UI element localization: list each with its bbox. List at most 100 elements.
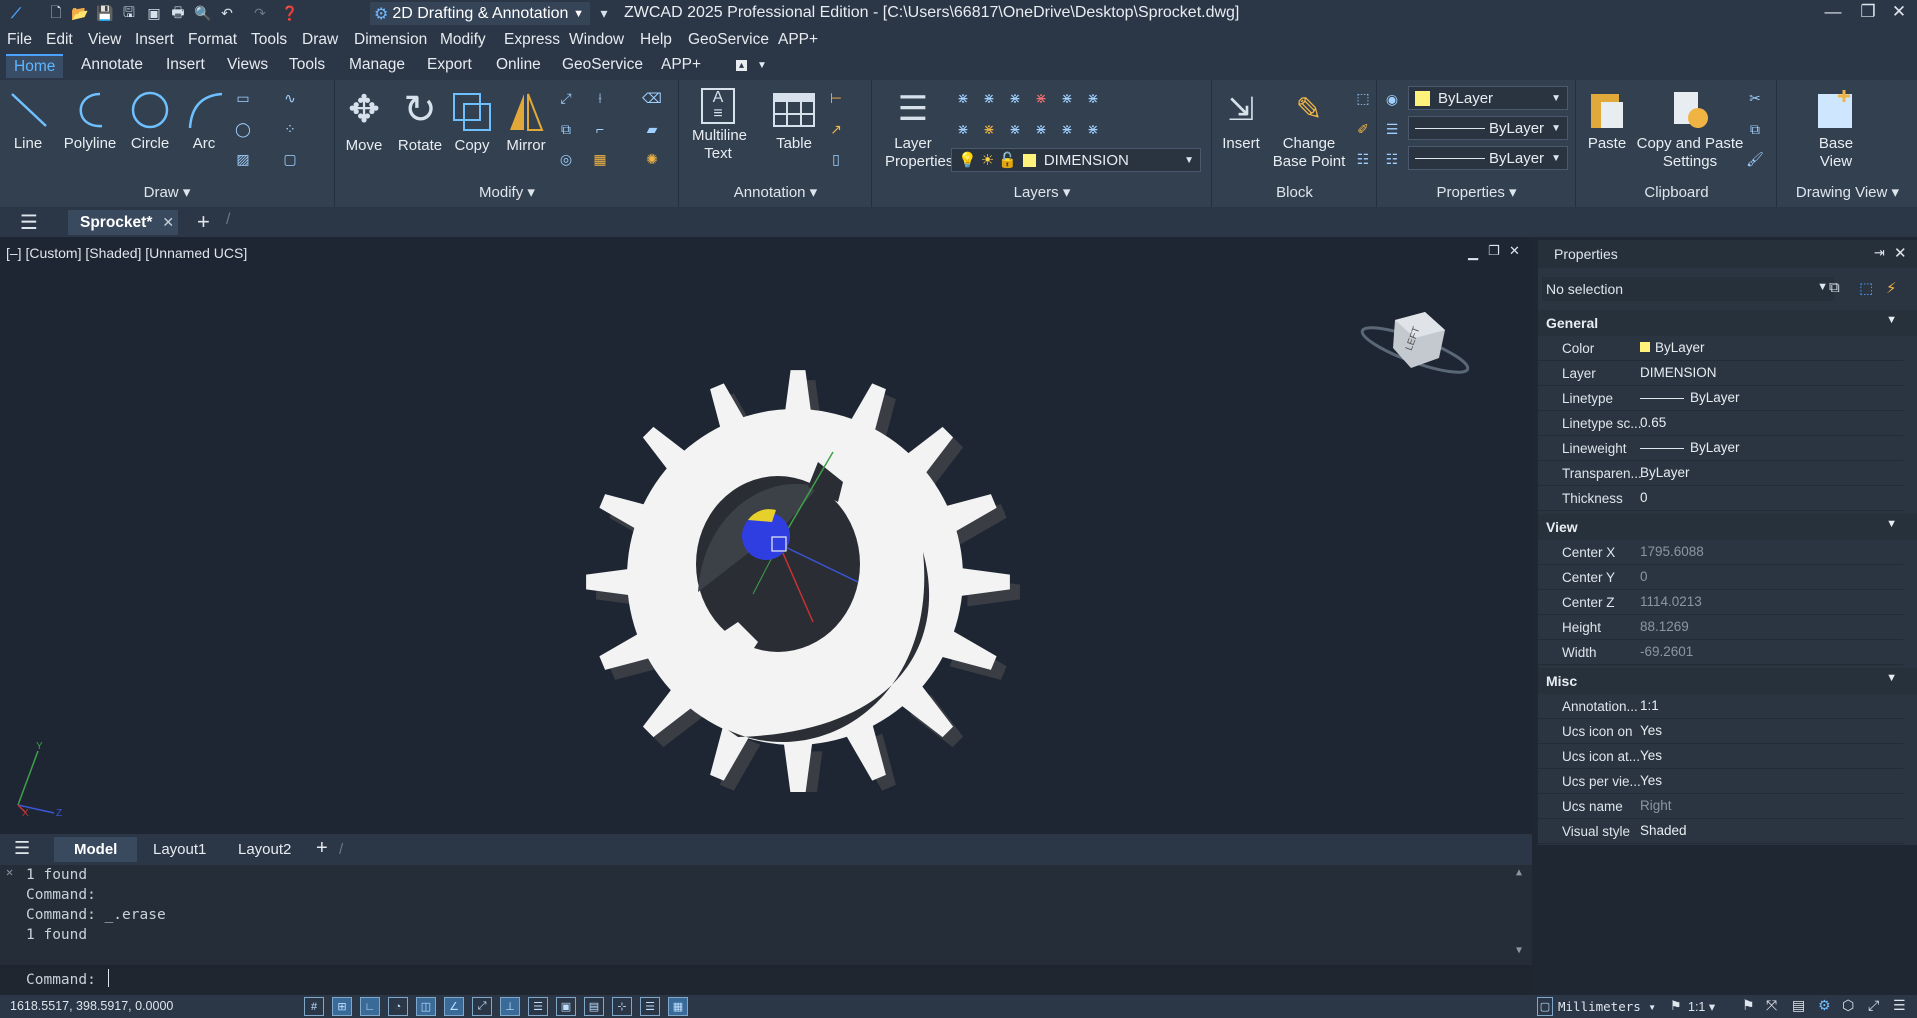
move-button[interactable]: ✥ Move (342, 90, 386, 155)
layer-tool-icon[interactable]: ⋇ (1031, 89, 1051, 107)
units-dropdown[interactable]: Millimeters ▾ (1558, 999, 1656, 1014)
block-attribute-icon[interactable]: ☷ (1353, 150, 1373, 168)
tab-tools[interactable]: Tools (289, 56, 325, 74)
color-dropdown[interactable]: ByLayer ▼ (1408, 86, 1568, 110)
erase-icon[interactable]: ⌫ (642, 89, 662, 107)
edit-block-icon[interactable]: ✐ (1353, 120, 1373, 138)
lineweight-icon[interactable]: ☷ (1382, 150, 1402, 168)
select-objects-icon[interactable]: ⬚ (1859, 279, 1873, 297)
dynamic-input-icon[interactable]: ⊥ (500, 997, 520, 1016)
tab-layout1[interactable]: Layout1 (153, 841, 206, 858)
menu-tools[interactable]: Tools (251, 31, 287, 49)
object-track-icon[interactable]: ∠ (444, 997, 464, 1016)
auto-scale-icon[interactable]: ⤧ (1766, 997, 1777, 1014)
tab-app-plus[interactable]: APP+ (661, 56, 701, 74)
menu-insert[interactable]: Insert (135, 31, 174, 49)
hatch-icon[interactable]: ▨ (233, 150, 253, 168)
close-command-line-icon[interactable]: ✕ (6, 865, 13, 879)
command-line[interactable]: Command: (0, 965, 1532, 995)
ribbon-minimize-icon[interactable]: ▴ (736, 60, 748, 71)
viewport-controls-label[interactable]: [–] [Custom] [Shaded] [Unnamed UCS] (6, 245, 247, 261)
tab-annotate[interactable]: Annotate (81, 56, 143, 74)
prop-row-linetype-scale[interactable]: Linetype sc... 0.65 (1538, 411, 1903, 436)
prop-row-height[interactable]: Height 88.1269 (1538, 615, 1903, 640)
viewcube[interactable]: LEFT (1355, 302, 1475, 392)
format-brush-icon[interactable]: 🖌 (1745, 150, 1765, 168)
print-preview-icon[interactable]: 🔍 (193, 4, 213, 23)
layer-tool-icon[interactable]: ⋇ (953, 120, 973, 138)
prop-row-color[interactable]: Color ByLayer (1538, 336, 1903, 361)
prop-row-linetype[interactable]: Linetype ByLayer (1538, 386, 1903, 411)
lineweight-toggle-icon[interactable]: ☰ (528, 997, 548, 1016)
selection-cycling-icon[interactable]: ⊹ (612, 997, 632, 1016)
match-properties-icon[interactable]: ◉ (1382, 90, 1402, 108)
circle-button[interactable]: Circle (128, 88, 172, 153)
linear-dimension-icon[interactable]: ⊢ (826, 89, 846, 107)
array-icon[interactable]: ▦ (590, 150, 610, 168)
insert-block-button[interactable]: ⇲ Insert (1219, 88, 1263, 153)
viewport-minimize-icon[interactable]: ▁ (1468, 245, 1478, 261)
lineweight-dropdown[interactable]: ByLayer ▼ (1408, 146, 1568, 170)
cut-icon[interactable]: ✂ (1745, 89, 1765, 107)
paste-button[interactable]: Paste (1585, 88, 1629, 153)
autohide-icon[interactable]: ⇥ (1874, 245, 1885, 261)
polar-icon[interactable]: ◔ (388, 997, 408, 1016)
customize-statusbar-icon[interactable]: ☰ (1893, 997, 1906, 1014)
app-logo-icon[interactable]: ⟋ (6, 4, 26, 23)
draw-panel-title[interactable]: Draw ▾ (0, 183, 334, 201)
modify-panel-title[interactable]: Modify ▾ (336, 183, 678, 201)
new-tab-icon[interactable]: + (197, 209, 210, 235)
prop-row-center-x[interactable]: Center X 1795.6088 (1538, 540, 1903, 565)
grid-icon[interactable]: # (304, 997, 324, 1016)
table-button[interactable]: Table (772, 88, 816, 153)
prop-row-thickness[interactable]: Thickness 0 (1538, 486, 1903, 511)
annotation-scale-icon[interactable]: ⚑ (1670, 998, 1682, 1014)
ellipse-icon[interactable]: ◯ (233, 120, 253, 138)
layer-tool-icon[interactable]: ⋇ (979, 120, 999, 138)
open-file-icon[interactable]: 📂 (70, 4, 90, 23)
prop-row-lineweight[interactable]: Lineweight ByLayer (1538, 436, 1903, 461)
menu-format[interactable]: Format (188, 31, 237, 49)
arc-button[interactable]: Arc (182, 88, 226, 153)
viewport-close-icon[interactable]: ✕ (1509, 243, 1520, 259)
transparency-icon[interactable]: ▣ (556, 997, 576, 1016)
fillet-icon[interactable]: ⌐ (590, 120, 610, 138)
copy-paste-settings-button[interactable]: Copy and Paste Settings (1635, 88, 1745, 171)
scale-icon[interactable]: ⧉ (556, 120, 576, 138)
quick-properties-icon[interactable]: ▤ (584, 997, 604, 1016)
menu-modify[interactable]: Modify (440, 31, 486, 49)
tab-export[interactable]: Export (427, 56, 472, 74)
save-as-icon[interactable]: 🖫 (119, 4, 139, 23)
explode-icon[interactable]: ✺ (642, 150, 662, 168)
offset-icon[interactable]: ◎ (556, 150, 576, 168)
prop-row-layer[interactable]: Layer DIMENSION (1538, 361, 1903, 386)
menu-window[interactable]: Window (569, 31, 624, 49)
layer-tool-icon[interactable]: ⋇ (979, 89, 999, 107)
leader-icon[interactable]: ↗ (826, 120, 846, 138)
misc-section-header[interactable]: Misc ▼ (1538, 668, 1917, 694)
layer-tool-icon[interactable]: ⋇ (1057, 120, 1077, 138)
menu-app-plus[interactable]: APP+ (778, 31, 818, 49)
tab-online[interactable]: Online (496, 56, 541, 74)
prop-row-center-z[interactable]: Center Z 1114.0213 (1538, 590, 1903, 615)
add-layout-icon[interactable]: + (316, 837, 328, 860)
tab-manage[interactable]: Manage (349, 56, 405, 74)
prop-row-ucs-name[interactable]: Ucs name Right (1538, 794, 1903, 819)
mirror-button[interactable]: Mirror (500, 90, 552, 155)
spline-icon[interactable]: ∿ (280, 89, 300, 107)
workspace-switch-icon[interactable]: ▤ (1792, 997, 1805, 1014)
menu-geoservice[interactable]: GeoService (688, 31, 769, 49)
region-icon[interactable]: ▢ (280, 150, 300, 168)
properties-panel-title[interactable]: Properties ▾ (1378, 183, 1575, 201)
linetype-icon[interactable]: ☰ (1382, 120, 1402, 138)
view-section-header[interactable]: View ▼ (1538, 514, 1917, 540)
menu-help[interactable]: Help (640, 31, 672, 49)
trim-icon[interactable]: ⟊ (590, 89, 610, 107)
tab-layout2[interactable]: Layout2 (238, 841, 291, 858)
help-icon[interactable]: ❓ (280, 4, 300, 23)
rotate-button[interactable]: ↻ Rotate (394, 90, 446, 155)
prop-row-ucs-icon-on[interactable]: Ucs icon on Yes (1538, 719, 1903, 744)
tab-model[interactable]: Model (54, 837, 138, 862)
layout-menu-icon[interactable]: ☰ (14, 838, 30, 859)
hardware-accel-icon[interactable]: ⬡ (1842, 997, 1854, 1014)
